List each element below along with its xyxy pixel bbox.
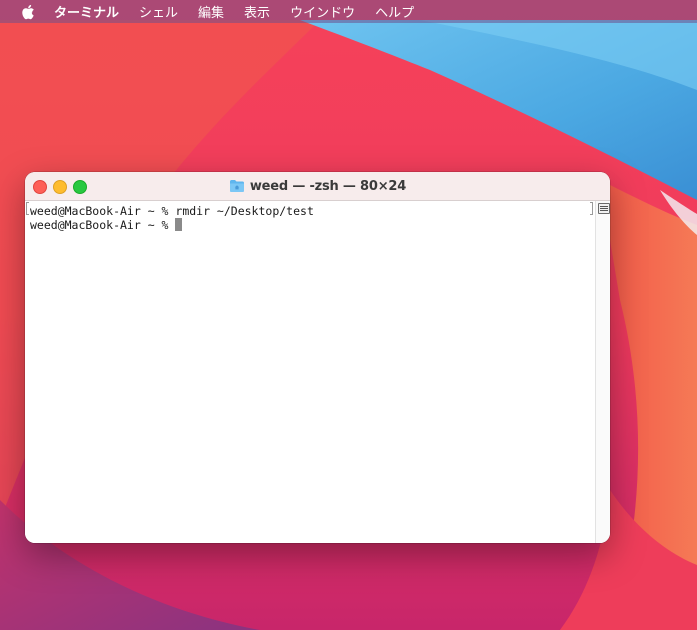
mark-bracket-left	[26, 202, 29, 215]
marks-list-icon[interactable]	[598, 203, 610, 214]
terminal-line-1: weed@MacBook-Air ~ % rmdir ~/Desktop/tes…	[30, 204, 314, 218]
terminal-window: weed — -zsh — 80×24 weed@MacBook-Air ~ %…	[25, 172, 610, 543]
menu-view[interactable]: 表示	[244, 2, 270, 21]
menu-shell[interactable]: シェル	[139, 2, 178, 21]
menu-edit[interactable]: 編集	[198, 2, 224, 21]
menu-help[interactable]: ヘルプ	[375, 2, 414, 21]
terminal-prompt: weed@MacBook-Air ~ %	[30, 218, 176, 232]
apple-logo-icon[interactable]	[20, 3, 36, 21]
terminal-line-2: weed@MacBook-Air ~ %	[30, 218, 183, 232]
window-titlebar[interactable]: weed — -zsh — 80×24	[25, 172, 610, 201]
home-folder-icon	[229, 179, 245, 193]
text-cursor	[175, 218, 183, 231]
menu-app-terminal[interactable]: ターミナル	[54, 2, 119, 21]
window-title-group: weed — -zsh — 80×24	[25, 172, 610, 200]
window-title: weed — -zsh — 80×24	[249, 178, 407, 194]
mark-bracket-right	[590, 202, 593, 215]
terminal-content[interactable]: weed@MacBook-Air ~ % rmdir ~/Desktop/tes…	[25, 201, 595, 543]
menu-window[interactable]: ウインドウ	[290, 2, 355, 21]
menu-bar: ターミナル シェル 編集 表示 ウインドウ ヘルプ	[0, 0, 697, 23]
scrollbar-track[interactable]	[595, 201, 610, 543]
